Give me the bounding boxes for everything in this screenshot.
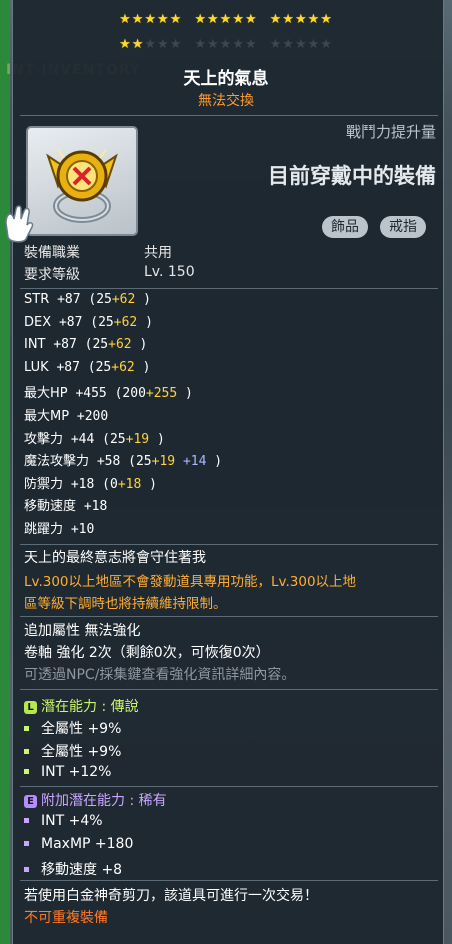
divider (20, 689, 438, 690)
potential-header: L 潛在能力 : 傳說 (24, 696, 139, 716)
category-tag-ring: 戒指 (380, 216, 426, 238)
stat-row: 攻擊力 +44 (25+19 ) (24, 431, 165, 447)
stat-row: 魔法攻擊力 +58 (25+19 +14 ) (24, 454, 223, 470)
star-icon: ★ (282, 12, 295, 27)
potential-line: INT +12% (24, 764, 111, 780)
divider (20, 115, 438, 116)
requirement-job: 裝備職業 共用 (24, 245, 172, 261)
category-tag-accessory: 飾品 (322, 216, 368, 238)
stat-row: DEX +87 (25+62 ) (24, 314, 153, 330)
star-icon: ★ (194, 37, 208, 52)
star-icon: ★ (269, 12, 283, 27)
epic-badge-icon: E (24, 795, 37, 808)
potential-line: 全屬性 +9% (24, 741, 121, 761)
stat-row: 移動速度 +18 (24, 499, 108, 515)
stat-row: INT +87 (25+62 ) (24, 337, 148, 353)
star-icon: ★ (157, 37, 170, 52)
stat-row: 最大MP +200 (24, 409, 109, 424)
additional-potential-header: E 附加潛在能力 : 稀有 (24, 790, 167, 810)
stat-row: 跳躍力 +10 (24, 522, 95, 537)
star-icon: ★ (119, 37, 132, 52)
star-icon: ★ (232, 37, 245, 52)
requirement-level: 要求等級 Lv. 150 (24, 264, 195, 283)
item-icon-frame (26, 126, 138, 236)
additional-line: 移動速度 +8 (24, 859, 122, 879)
star-icon: ★ (219, 12, 233, 27)
divider (20, 288, 438, 289)
star-icon: ★ (144, 37, 158, 52)
scissors-trade-note: 若使用白金神奇剪刀，該道具可進行一次交易！ (24, 888, 318, 904)
bullet-icon (24, 726, 29, 731)
star-icon: ★ (320, 37, 333, 52)
scroll-upgrade-status: 卷軸 強化 2次（剩餘0次，可恢復0次） (24, 645, 270, 661)
star-icon: ★ (307, 12, 321, 27)
star-icon: ★ (194, 12, 208, 27)
stat-row: 防禦力 +18 (0+18 ) (24, 476, 157, 492)
divider (20, 544, 438, 545)
additional-option-status: 追加屬性 無法強化 (24, 623, 141, 639)
star-icon: ★ (232, 12, 245, 27)
star-icon: ★ (244, 37, 258, 52)
trade-status: 無法交換 (198, 93, 254, 109)
additional-line: MaxMP +180 (24, 836, 133, 852)
star-icon: ★ (294, 12, 308, 27)
bullet-icon (24, 818, 29, 823)
level-warning-line-1: Lv.300以上地區不會發動道具專用功能，Lv.300以上地 (24, 574, 357, 590)
star-force-row-1: ★★★★★ ★★★★★ ★★★★★ (0, 12, 452, 27)
star-icon: ★ (119, 12, 132, 27)
legendary-badge-icon: L (24, 701, 37, 714)
potential-line: 全屬性 +9% (24, 718, 121, 738)
combat-power-label: 戰鬥力提升量 (345, 123, 436, 141)
bullet-icon (24, 749, 29, 754)
upgrade-hint: 可透過NPC/採集鍵查看強化資訊詳細內容。 (24, 667, 296, 683)
star-icon: ★ (131, 12, 145, 27)
star-icon: ★ (169, 37, 183, 52)
star-icon: ★ (269, 37, 283, 52)
star-icon: ★ (169, 12, 183, 27)
ring-icon (46, 149, 118, 223)
flavor-text: 天上的最終意志將會守住著我 (24, 550, 206, 566)
bullet-icon (24, 867, 29, 872)
star-icon: ★ (244, 12, 258, 27)
item-name: 天上的氣息 (183, 69, 269, 89)
star-icon: ★ (320, 12, 333, 27)
stat-row: 最大HP +455 (200+255 ) (24, 386, 193, 402)
bullet-icon (24, 769, 29, 774)
star-icon: ★ (282, 37, 295, 52)
bullet-icon (24, 841, 29, 846)
star-force-row-2: ★★★★★ ★★★★★ ★★★★★ (0, 37, 452, 52)
star-icon: ★ (207, 12, 220, 27)
star-icon: ★ (219, 37, 233, 52)
stat-row: STR +87 (25+62 ) (24, 292, 151, 307)
star-icon: ★ (307, 37, 321, 52)
unique-equip-flag: 不可重複裝備 (24, 910, 108, 926)
equipped-indicator: 目前穿戴中的裝備 (268, 164, 436, 188)
star-icon: ★ (131, 37, 145, 52)
additional-line: INT +4% (24, 813, 103, 829)
stat-row: LUK +87 (25+62 ) (24, 359, 151, 375)
divider (20, 616, 438, 617)
divider (20, 786, 438, 787)
star-icon: ★ (144, 12, 158, 27)
star-icon: ★ (207, 37, 220, 52)
star-icon: ★ (294, 37, 308, 52)
divider (20, 880, 438, 881)
star-icon: ★ (157, 12, 170, 27)
level-warning-line-2: 區等級下調時也將持續維持限制。 (24, 596, 227, 612)
